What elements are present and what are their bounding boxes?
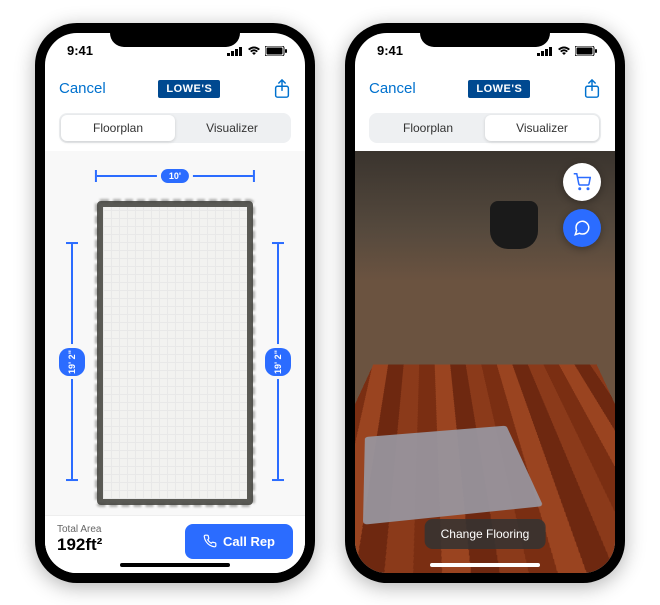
cancel-button[interactable]: Cancel: [59, 80, 106, 97]
wifi-icon: [247, 46, 261, 56]
tab-floorplan[interactable]: Floorplan: [61, 115, 175, 141]
total-area-value: 192ft²: [57, 535, 175, 555]
tab-segmented[interactable]: Floorplan Visualizer: [59, 113, 291, 143]
tab-floorplan[interactable]: Floorplan: [371, 115, 485, 141]
navbar: Cancel LOWE'S: [45, 69, 305, 109]
cart-button[interactable]: [563, 163, 601, 201]
room-scan: [97, 201, 253, 505]
screen-floorplan: 9:41 Cancel LOWE'S Floorplan Visualizer …: [45, 33, 305, 573]
home-indicator[interactable]: [120, 563, 230, 567]
dimension-top: 10': [95, 169, 255, 183]
brand-logo: LOWE'S: [468, 80, 530, 98]
dimension-left: 19' 2": [59, 242, 85, 482]
call-rep-label: Call Rep: [223, 534, 275, 549]
dimension-top-label: 10': [161, 169, 189, 183]
visualizer-canvas: Change Flooring: [355, 151, 615, 573]
brand-logo: LOWE'S: [158, 80, 220, 98]
notch: [420, 23, 550, 47]
notch: [110, 23, 240, 47]
share-icon[interactable]: [273, 79, 291, 99]
chair-object: [490, 201, 538, 249]
phone-left: 9:41 Cancel LOWE'S Floorplan Visualizer …: [35, 23, 315, 583]
cancel-button[interactable]: Cancel: [369, 80, 416, 97]
floorplan-content[interactable]: 10' 10' 19' 2" 19' 2": [45, 151, 305, 573]
total-area-label: Total Area: [57, 524, 175, 535]
dimension-left-label: 19' 2": [59, 348, 85, 376]
floorplan-canvas: 10' 10' 19' 2" 19' 2": [45, 151, 305, 573]
share-icon[interactable]: [583, 79, 601, 99]
home-indicator[interactable]: [430, 563, 540, 567]
phone-right: 9:41 Cancel LOWE'S Floorplan Visualizer: [345, 23, 625, 583]
visualizer-content[interactable]: Change Flooring: [355, 151, 615, 573]
signal-icon: [227, 46, 243, 56]
chat-icon: [573, 219, 591, 237]
chat-button[interactable]: [563, 209, 601, 247]
screen-visualizer: 9:41 Cancel LOWE'S Floorplan Visualizer: [355, 33, 615, 573]
status-icons: [227, 46, 287, 56]
phone-icon: [203, 534, 217, 548]
dimension-right-label: 19' 2": [265, 348, 291, 376]
dimension-right: 19' 2": [265, 242, 291, 482]
cart-icon: [573, 173, 591, 191]
tab-visualizer[interactable]: Visualizer: [175, 115, 289, 141]
tab-segmented[interactable]: Floorplan Visualizer: [369, 113, 601, 143]
navbar: Cancel LOWE'S: [355, 69, 615, 109]
battery-icon: [265, 46, 287, 56]
signal-icon: [537, 46, 553, 56]
status-time: 9:41: [377, 43, 403, 58]
battery-icon: [575, 46, 597, 56]
total-area: Total Area 192ft²: [57, 524, 175, 559]
status-time: 9:41: [67, 43, 93, 58]
change-flooring-button[interactable]: Change Flooring: [425, 519, 546, 549]
wifi-icon: [557, 46, 571, 56]
status-icons: [537, 46, 597, 56]
tab-visualizer[interactable]: Visualizer: [485, 115, 599, 141]
call-rep-button[interactable]: Call Rep: [185, 524, 293, 559]
